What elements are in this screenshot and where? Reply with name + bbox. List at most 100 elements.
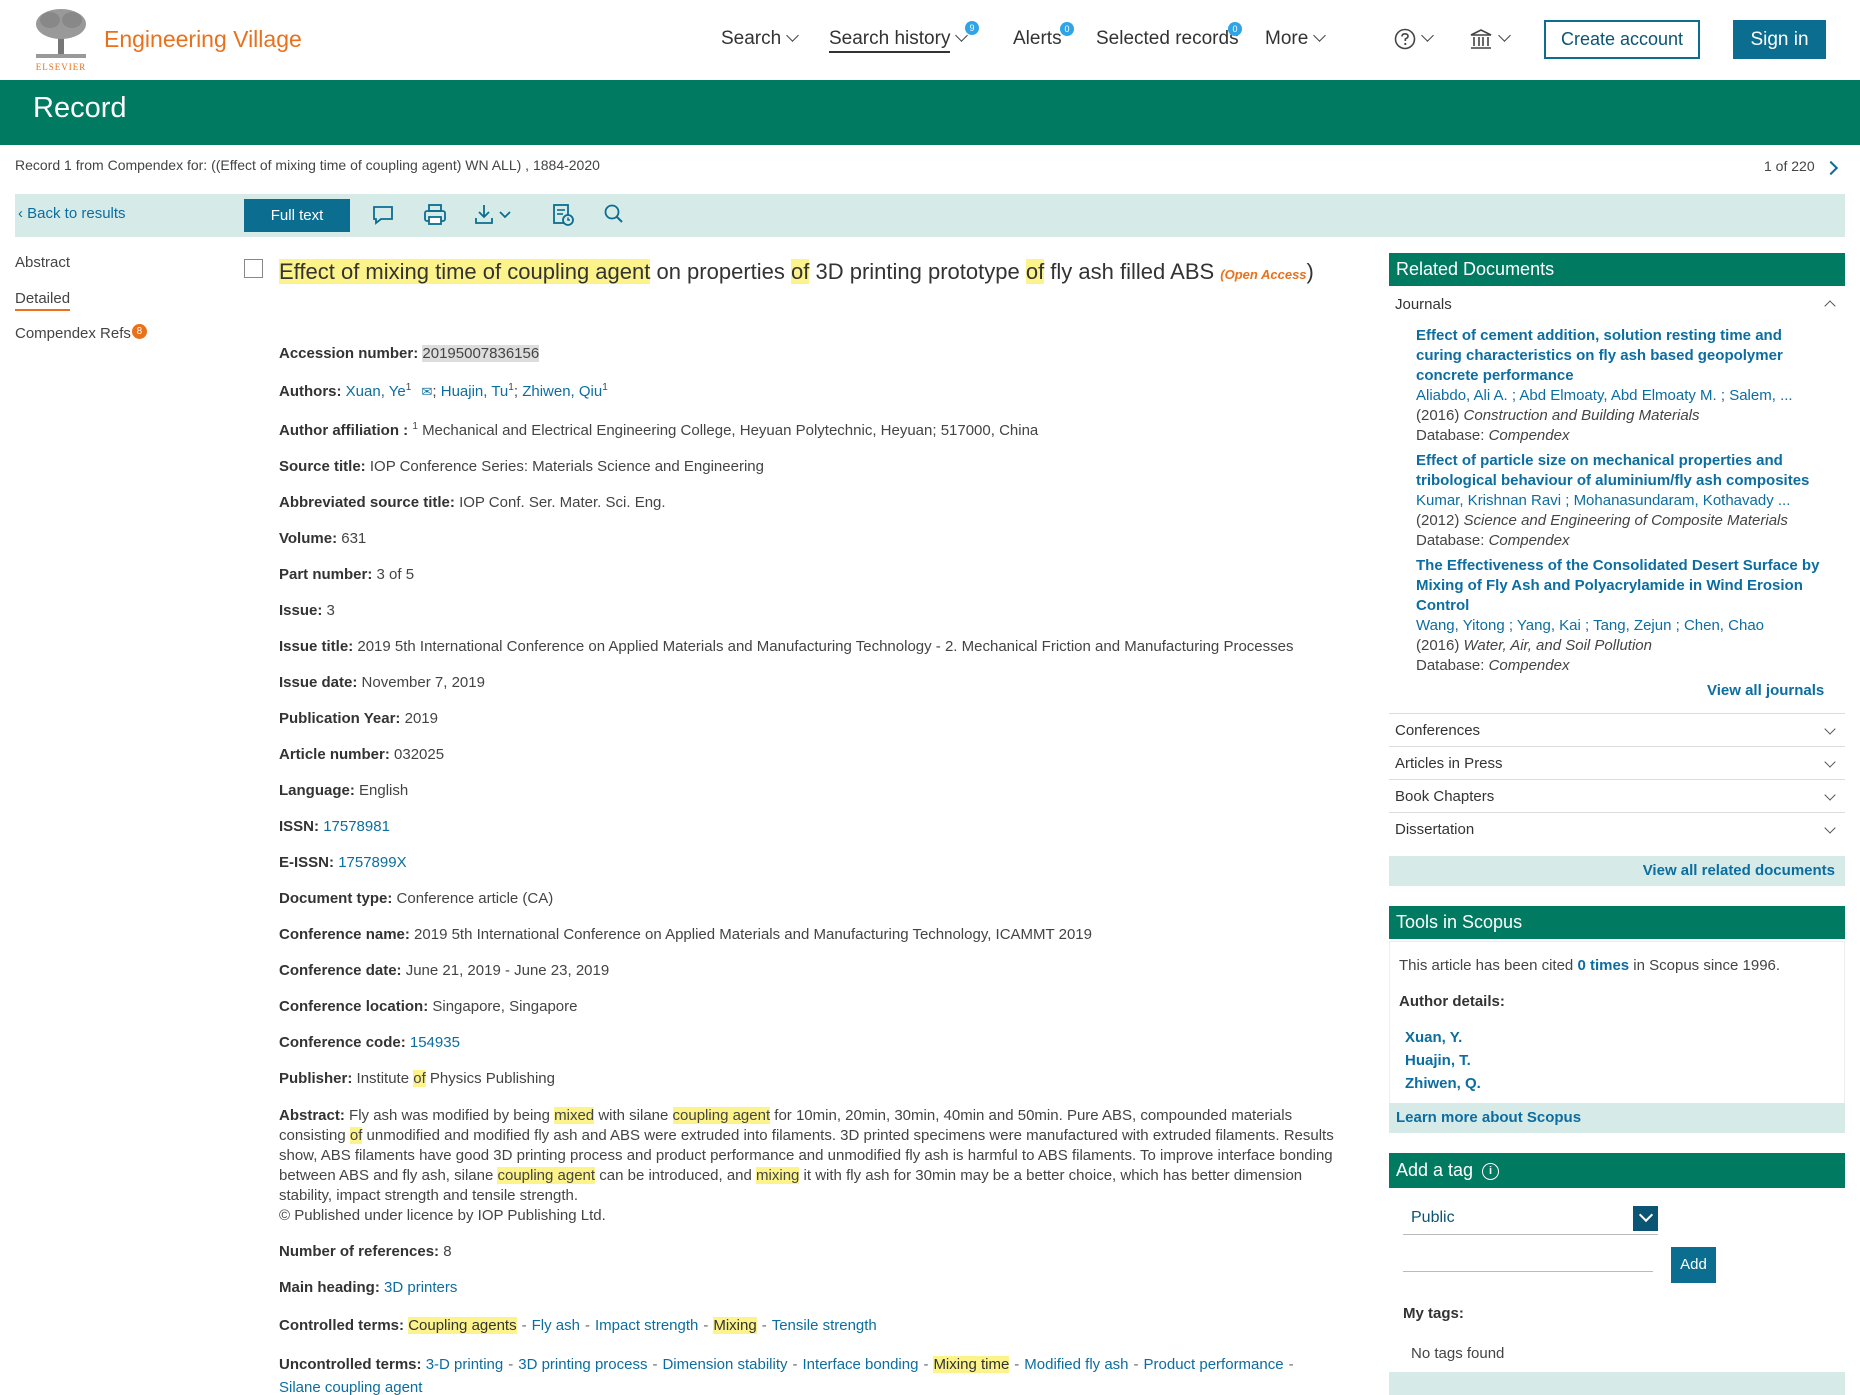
related-title-link[interactable]: Effect of cement addition, solution rest… xyxy=(1416,326,1826,386)
nav-selected-records-label: Selected records xyxy=(1096,28,1239,49)
uncontrolled-term-link[interactable]: Mixing time xyxy=(933,1356,1010,1373)
page-title: Record xyxy=(33,92,127,124)
related-documents-header: Related Documents xyxy=(1389,253,1845,286)
accordion-book-chapters[interactable]: Book Chapters xyxy=(1395,788,1845,805)
related-journal: Construction and Building Materials xyxy=(1463,407,1700,424)
related-title-link[interactable]: Effect of particle size on mechanical pr… xyxy=(1416,451,1826,491)
create-account-button[interactable]: Create account xyxy=(1544,20,1700,59)
sidebar-item-detailed[interactable]: Detailed xyxy=(15,290,71,311)
accordion-articles-in-press[interactable]: Articles in Press xyxy=(1395,755,1845,772)
cited-times-link[interactable]: 0 times xyxy=(1577,957,1629,974)
uncontrolled-term-link[interactable]: Modified fly ash xyxy=(1024,1356,1128,1373)
term-highlight: coupling agent xyxy=(497,1167,596,1184)
tag-visibility-select[interactable]: Public xyxy=(1403,1201,1658,1235)
print-icon[interactable] xyxy=(422,202,448,228)
institution-menu[interactable] xyxy=(1469,28,1511,50)
conference-code-link[interactable]: 154935 xyxy=(410,1034,460,1051)
comment-icon[interactable] xyxy=(370,202,396,228)
sidebar-item-compendex-refs[interactable]: Compendex Refs 8 xyxy=(15,324,147,343)
select-record-checkbox[interactable] xyxy=(244,259,263,278)
chevron-down-icon[interactable] xyxy=(1633,1206,1658,1231)
add-tag-button[interactable]: Add xyxy=(1671,1247,1716,1283)
title-text: on properties xyxy=(650,259,791,284)
uncontrolled-term-link[interactable]: 3-D printing xyxy=(426,1356,504,1373)
accordion-journals[interactable]: Journals xyxy=(1395,296,1845,313)
elsevier-logo[interactable]: ELSEVIER xyxy=(30,6,92,74)
search-history-count-badge: 9 xyxy=(965,21,979,35)
term-separator: - xyxy=(792,1356,798,1373)
record-title: Effect of mixing time of coupling agent … xyxy=(279,254,1339,293)
controlled-term-link[interactable]: Coupling agents xyxy=(408,1317,517,1334)
related-authors[interactable]: Wang, Yitong ; Yang, Kai ; Tang, Zejun ;… xyxy=(1416,616,1826,636)
related-authors[interactable]: Aliabdo, Ali A. ; Abd Elmoaty, Abd Elmoa… xyxy=(1416,386,1826,406)
related-authors[interactable]: Kumar, Krishnan Ravi ; Mohanasundaram, K… xyxy=(1416,491,1826,511)
sign-in-button[interactable]: Sign in xyxy=(1733,20,1826,59)
uncontrolled-term-link[interactable]: Interface bonding xyxy=(803,1356,919,1373)
field-value: 3 xyxy=(326,602,335,619)
next-record-icon[interactable] xyxy=(1823,160,1839,176)
issn-link[interactable]: 17578981 xyxy=(323,818,390,835)
scopus-author-link[interactable]: Xuan, Y. xyxy=(1405,1029,1462,1046)
nav-alerts[interactable]: Alerts xyxy=(1013,28,1062,50)
uncontrolled-term-link[interactable]: Dimension stability xyxy=(662,1356,787,1373)
nav-search-history[interactable]: Search history xyxy=(829,28,969,53)
field-label: Authors: xyxy=(279,383,342,400)
back-to-results-link[interactable]: ‹ Back to results xyxy=(18,205,126,222)
uncontrolled-term-link[interactable]: Product performance xyxy=(1144,1356,1284,1373)
term-separator: - xyxy=(761,1317,767,1334)
related-journal: Water, Air, and Soil Pollution xyxy=(1463,637,1652,654)
main-heading-link[interactable]: 3D printers xyxy=(384,1279,457,1296)
author-link[interactable]: Huajin, Tu xyxy=(441,383,509,400)
view-all-related-link[interactable]: View all related documents xyxy=(1643,862,1835,879)
scopus-author-link[interactable]: Huajin, T. xyxy=(1405,1052,1471,1069)
field-issn: ISSN: 17578981 xyxy=(279,818,390,835)
nav-search[interactable]: Search xyxy=(721,28,800,50)
view-all-related-band: View all related documents xyxy=(1389,856,1845,886)
eissn-link[interactable]: 1757899X xyxy=(338,854,406,871)
scopus-author-link[interactable]: Zhiwen, Q. xyxy=(1405,1075,1481,1092)
full-text-button[interactable]: Full text xyxy=(244,199,350,232)
learn-more-scopus-link[interactable]: Learn more about Scopus xyxy=(1396,1109,1581,1126)
help-icon xyxy=(1394,28,1416,50)
field-label: Uncontrolled terms: xyxy=(279,1356,422,1373)
accordion-conferences[interactable]: Conferences xyxy=(1395,722,1845,739)
refs-count-badge: 8 xyxy=(131,324,147,339)
author-link[interactable]: Zhiwen, Qiu xyxy=(522,383,602,400)
nav-selected-records[interactable]: Selected records xyxy=(1096,28,1239,50)
tag-input[interactable] xyxy=(1403,1248,1653,1272)
controlled-term-link[interactable]: Tensile strength xyxy=(772,1317,877,1334)
field-part-number: Part number: 3 of 5 xyxy=(279,566,414,583)
save-to-folder-icon[interactable] xyxy=(550,202,576,228)
controlled-term-link[interactable]: Fly ash xyxy=(532,1317,580,1334)
download-icon[interactable] xyxy=(473,202,517,228)
nav-more[interactable]: More xyxy=(1265,28,1327,50)
controlled-term-link[interactable]: Mixing xyxy=(713,1317,757,1334)
field-value: Physics Publishing xyxy=(425,1070,555,1087)
related-title-link[interactable]: The Effectiveness of the Consolidated De… xyxy=(1416,556,1826,616)
related-db: Database: Compendex xyxy=(1416,531,1826,551)
field-accession: Accession number: 20195007836156 xyxy=(279,345,540,362)
related-db: Database: Compendex xyxy=(1416,656,1826,676)
author-link[interactable]: Xuan, Ye xyxy=(346,383,406,400)
accordion-dissertation[interactable]: Dissertation xyxy=(1395,821,1845,838)
search-icon[interactable] xyxy=(601,202,627,228)
elsevier-tree-icon xyxy=(36,9,86,58)
field-document-type: Document type: Conference article (CA) xyxy=(279,890,553,907)
field-value: June 21, 2019 - June 23, 2019 xyxy=(405,962,610,979)
author-details-label: Author details: xyxy=(1399,993,1505,1010)
uncontrolled-term-link[interactable]: 3D printing process xyxy=(518,1356,647,1373)
term-separator: - xyxy=(1014,1356,1020,1373)
sidebar-item-detailed-label: Detailed xyxy=(15,290,71,311)
chevron-down-icon xyxy=(1498,29,1511,42)
add-tag-title: Add a tag xyxy=(1396,1160,1474,1180)
field-label: Document type: xyxy=(279,890,393,907)
controlled-term-link[interactable]: Impact strength xyxy=(595,1317,698,1334)
engineering-village-brand[interactable]: Engineering Village xyxy=(104,26,302,53)
field-label: Abbreviated source title: xyxy=(279,494,455,511)
help-menu[interactable] xyxy=(1394,28,1434,50)
uncontrolled-term-link[interactable]: Silane coupling agent xyxy=(279,1379,422,1395)
email-icon[interactable]: ✉ xyxy=(421,384,432,399)
view-all-journals-link[interactable]: View all journals xyxy=(1707,682,1824,699)
sidebar-item-abstract[interactable]: Abstract xyxy=(15,254,70,271)
info-icon[interactable]: i xyxy=(1482,1163,1500,1180)
